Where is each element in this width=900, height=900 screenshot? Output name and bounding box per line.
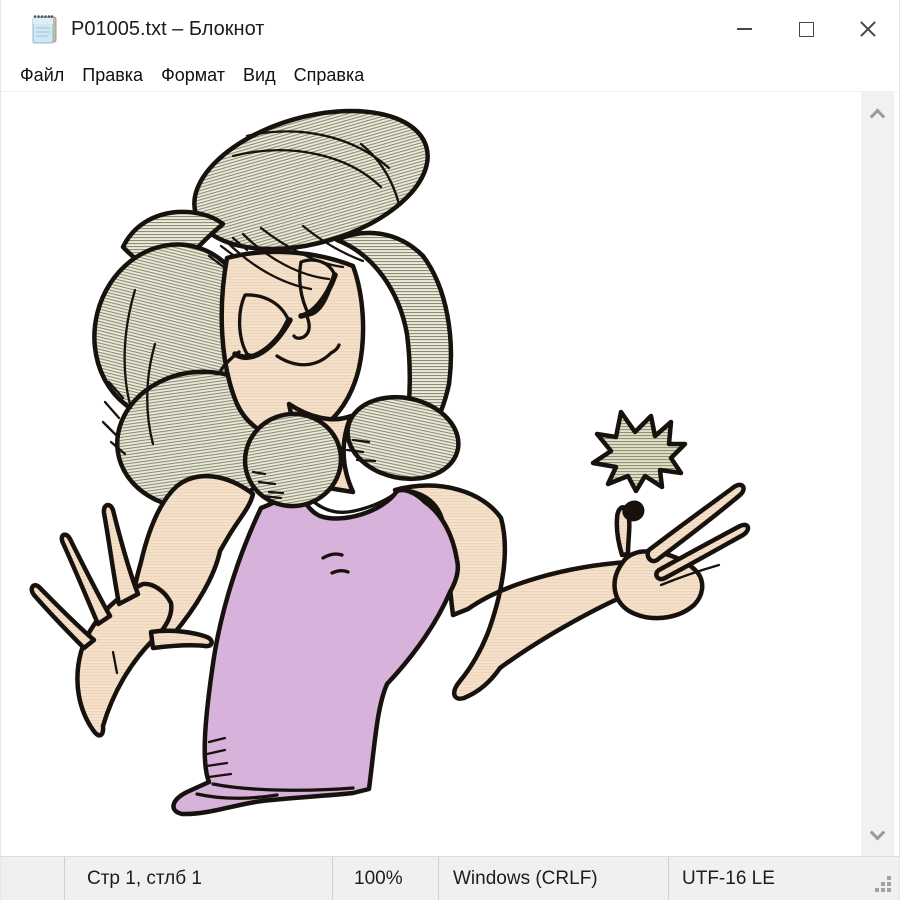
menu-file[interactable]: Файл xyxy=(11,58,73,92)
menu-view[interactable]: Вид xyxy=(234,58,285,92)
scroll-down-button[interactable] xyxy=(861,814,894,856)
zoom-level: 100% xyxy=(354,868,403,890)
artwork-woman-drawing xyxy=(1,92,863,856)
status-zoom-cell: 100% xyxy=(333,857,439,900)
title-bar: P01005.txt – Блокнот xyxy=(1,0,899,58)
line-ending: Windows (CRLF) xyxy=(453,868,598,890)
right-hand xyxy=(615,485,748,618)
vertical-scrollbar[interactable] xyxy=(861,92,894,856)
menu-bar: Файл Правка Формат Вид Справка xyxy=(1,58,899,92)
leaf-star xyxy=(593,412,685,491)
minimize-icon xyxy=(737,28,752,30)
encoding: UTF-16 LE xyxy=(682,868,775,890)
notepad-window: P01005.txt – Блокнот Файл Правка Формат … xyxy=(0,0,900,900)
caption-buttons xyxy=(713,0,899,58)
hair-front-right-tuft xyxy=(340,387,466,489)
menu-help[interactable]: Справка xyxy=(285,58,374,92)
scroll-up-button[interactable] xyxy=(861,92,894,134)
status-encoding-cell: UTF-16 LE xyxy=(669,857,899,900)
maximize-button[interactable] xyxy=(775,0,837,58)
minimize-button[interactable] xyxy=(713,0,775,58)
grip-knot xyxy=(622,501,644,522)
left-pinky xyxy=(151,631,212,648)
maximize-icon xyxy=(799,22,814,37)
window-title: P01005.txt – Блокнот xyxy=(71,18,264,41)
status-bar: Стр 1, стлб 1 100% Windows (CRLF) UTF-16… xyxy=(1,856,899,900)
left-finger-1 xyxy=(104,505,138,604)
chevron-up-icon xyxy=(870,108,886,124)
left-finger-2 xyxy=(62,535,110,624)
cursor-position: Стр 1, стлб 1 xyxy=(87,868,202,890)
notepad-icon[interactable] xyxy=(29,12,59,46)
resize-grip-icon[interactable] xyxy=(887,888,891,892)
status-line-ending-cell: Windows (CRLF) xyxy=(439,857,669,900)
close-button[interactable] xyxy=(837,0,899,58)
status-spacer-cell xyxy=(1,857,65,900)
status-cursor-cell: Стр 1, стлб 1 xyxy=(65,857,333,900)
text-editor-canvas[interactable] xyxy=(1,92,899,856)
chevron-down-icon xyxy=(870,824,886,840)
close-icon xyxy=(859,20,877,38)
menu-edit[interactable]: Правка xyxy=(73,58,152,92)
menu-format[interactable]: Формат xyxy=(152,58,234,92)
